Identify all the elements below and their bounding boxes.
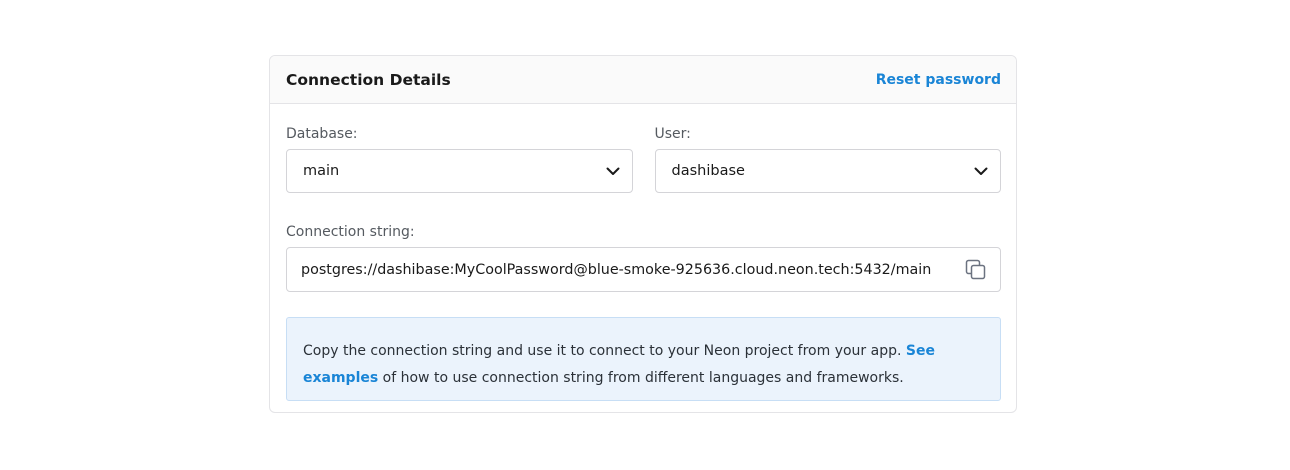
info-text-before: Copy the connection string and use it to… [303,343,902,359]
card-title: Connection Details [286,70,451,89]
copy-icon[interactable] [964,258,988,282]
database-select[interactable]: main [286,149,633,193]
database-field: Database: main [286,126,633,193]
card-body: Database: main User: dashibase Connectio… [270,104,1016,401]
database-select-value: main [303,163,340,179]
user-select-value: dashibase [671,163,745,179]
user-label: User: [654,126,691,142]
card-header: Connection Details Reset password [270,56,1016,104]
connection-string-field: Connection string: postgres://dashibase:… [286,224,1001,292]
connection-string-value: postgres://dashibase:MyCoolPassword@blue… [301,261,932,278]
database-label: Database: [286,126,358,142]
info-text-after: of how to use connection string from dif… [382,370,904,386]
user-field: User: dashibase [654,126,1001,193]
chevron-down-icon [974,167,988,176]
connection-details-card: Connection Details Reset password Databa… [269,55,1017,413]
chevron-down-icon [606,167,620,176]
info-box: Copy the connection string and use it to… [286,317,1001,401]
reset-password-link[interactable]: Reset password [876,72,1001,88]
user-select[interactable]: dashibase [654,149,1001,193]
connection-string-input[interactable]: postgres://dashibase:MyCoolPassword@blue… [286,247,1001,292]
connection-string-label: Connection string: [286,224,415,240]
selectors-row: Database: main User: dashibase [286,126,1001,193]
